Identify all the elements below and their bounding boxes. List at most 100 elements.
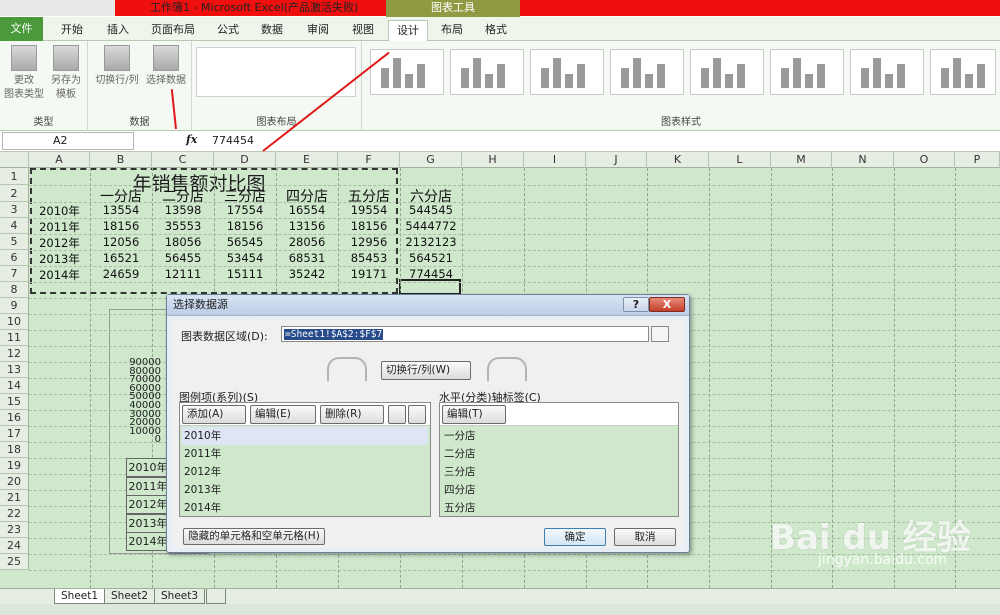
value-cell[interactable]: 12956 (338, 235, 400, 249)
value-cell[interactable]: 16554 (276, 203, 338, 217)
value-cell[interactable]: 56545 (214, 235, 276, 249)
close-button[interactable]: X (649, 297, 685, 312)
row-header[interactable]: 19 (0, 458, 29, 474)
column-header[interactable]: O (894, 152, 955, 168)
chart-data-range-input[interactable]: =Sheet1!$A$2:$F$7 (281, 326, 649, 342)
value-cell[interactable]: 5444772 (400, 219, 462, 233)
value-cell[interactable]: 544545 (400, 203, 462, 217)
insert-sheet-icon[interactable] (206, 589, 226, 604)
axis-item[interactable]: 五分店 (442, 499, 676, 517)
axis-item[interactable]: 三分店 (442, 463, 676, 481)
change-chart-type-button[interactable]: 更改 图表类型 (4, 45, 44, 102)
column-header[interactable]: K (647, 152, 709, 168)
value-cell[interactable]: 18056 (152, 235, 214, 249)
chart-style-6[interactable] (770, 49, 844, 95)
chart-style-7[interactable] (850, 49, 924, 95)
series-item[interactable]: 2012年 (182, 463, 428, 481)
delete-series-button[interactable]: 删除(R) (320, 405, 384, 424)
column-header[interactable]: H (462, 152, 524, 168)
chart-style-5[interactable] (690, 49, 764, 95)
value-cell[interactable]: 2132123 (400, 235, 462, 249)
row-header[interactable]: 15 (0, 394, 29, 410)
tab-design[interactable]: 设计 (388, 20, 428, 42)
column-header[interactable]: D (214, 152, 276, 168)
series-item[interactable]: 2011年 (182, 445, 428, 463)
value-cell[interactable]: 17554 (214, 203, 276, 217)
value-cell[interactable]: 19171 (338, 267, 400, 281)
value-cell[interactable]: 24659 (90, 267, 152, 281)
add-series-button[interactable]: 添加(A) (182, 405, 246, 424)
value-cell[interactable]: 13554 (90, 203, 152, 217)
ok-button[interactable]: 确定 (544, 528, 606, 546)
value-cell[interactable]: 12056 (90, 235, 152, 249)
row-header[interactable]: 14 (0, 378, 29, 394)
quick-access-toolbar[interactable] (0, 0, 115, 16)
series-item[interactable]: 2010年 (182, 427, 428, 445)
switch-row-column-button[interactable]: 切换行/列 (92, 45, 142, 88)
series-item[interactable]: 2014年 (182, 499, 428, 517)
value-cell[interactable]: 564521 (400, 251, 462, 265)
tab-view[interactable]: 视图 (343, 20, 383, 41)
year-cell[interactable]: 2014年 (29, 267, 90, 283)
row-header[interactable]: 23 (0, 522, 29, 538)
switch-row-column-dialog-button[interactable]: 切换行/列(W) (381, 361, 471, 380)
value-cell[interactable]: 56455 (152, 251, 214, 265)
row-header[interactable]: 21 (0, 490, 29, 506)
row-header[interactable]: 1 (0, 168, 29, 185)
row-header[interactable]: 7 (0, 266, 29, 282)
tab-file[interactable]: 文件 (0, 17, 43, 41)
chart-style-8[interactable] (930, 49, 996, 95)
value-cell[interactable]: 13598 (152, 203, 214, 217)
column-header[interactable]: G (400, 152, 462, 168)
value-cell[interactable]: 13156 (276, 219, 338, 233)
series-item[interactable]: 2013年 (182, 481, 428, 499)
tab-review[interactable]: 审阅 (298, 20, 338, 41)
insert-function-icon[interactable]: fx (186, 133, 197, 146)
column-header[interactable]: I (524, 152, 586, 168)
row-header[interactable]: 20 (0, 474, 29, 490)
value-cell[interactable]: 35242 (276, 267, 338, 281)
formula-input[interactable]: 774454 (212, 134, 254, 147)
axis-item[interactable]: 二分店 (442, 445, 676, 463)
row-header[interactable]: 5 (0, 234, 29, 250)
cancel-button[interactable]: 取消 (614, 528, 676, 546)
sheet-tab-1[interactable]: Sheet1 (54, 589, 106, 604)
column-header[interactable]: E (276, 152, 338, 168)
row-header[interactable]: 10 (0, 314, 29, 330)
year-cell[interactable]: 2010年 (29, 203, 90, 219)
save-as-template-button[interactable]: 另存为 模板 (46, 45, 86, 102)
row-header[interactable]: 13 (0, 362, 29, 378)
column-header[interactable]: B (90, 152, 152, 168)
value-cell[interactable]: 35553 (152, 219, 214, 233)
column-header[interactable]: A (29, 152, 90, 168)
select-all-corner[interactable] (0, 152, 29, 168)
tab-data[interactable]: 数据 (252, 20, 292, 41)
move-down-icon[interactable] (408, 405, 426, 424)
tab-format[interactable]: 格式 (476, 20, 516, 41)
row-header[interactable]: 6 (0, 250, 29, 266)
value-cell[interactable]: 53454 (214, 251, 276, 265)
row-header[interactable]: 17 (0, 426, 29, 442)
sheet-tab-3[interactable]: Sheet3 (154, 589, 206, 604)
year-cell[interactable]: 2012年 (29, 235, 90, 251)
range-picker-icon[interactable] (651, 326, 669, 342)
tab-layout[interactable]: 布局 (432, 20, 472, 41)
tab-insert[interactable]: 插入 (98, 20, 138, 41)
value-cell[interactable]: 15111 (214, 267, 276, 281)
chart-style-4[interactable] (610, 49, 684, 95)
value-cell[interactable]: 16521 (90, 251, 152, 265)
row-header[interactable]: 25 (0, 554, 29, 570)
value-cell[interactable]: 774454 (400, 267, 462, 281)
year-cell[interactable]: 2011年 (29, 219, 90, 235)
row-header[interactable]: 16 (0, 410, 29, 426)
hidden-empty-cells-button[interactable]: 隐藏的单元格和空单元格(H) (183, 528, 325, 545)
axis-item[interactable]: 四分店 (442, 481, 676, 499)
row-header[interactable]: 4 (0, 218, 29, 234)
name-box[interactable]: A2 (2, 132, 134, 150)
tab-formulas[interactable]: 公式 (208, 20, 248, 41)
sheet-tab-2[interactable]: Sheet2 (104, 589, 156, 604)
value-cell[interactable]: 68531 (276, 251, 338, 265)
column-header[interactable]: M (771, 152, 832, 168)
tab-home[interactable]: 开始 (52, 20, 92, 41)
year-cell[interactable]: 2013年 (29, 251, 90, 267)
